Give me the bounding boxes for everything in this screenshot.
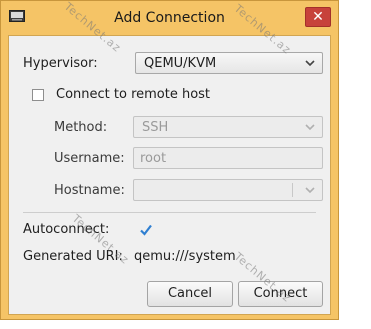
username-value: root: [140, 151, 167, 166]
method-value: SSH: [142, 120, 169, 135]
remote-host-checkbox[interactable]: [32, 89, 44, 101]
method-label: Method:: [54, 120, 108, 135]
chevron-down-icon[interactable]: [304, 184, 316, 196]
close-icon: ✕: [312, 9, 324, 25]
hypervisor-value: QEMU/KVM: [144, 56, 217, 71]
method-select[interactable]: SSH: [133, 116, 323, 138]
window-title: Add Connection: [114, 10, 225, 26]
hostname-combo[interactable]: [133, 179, 323, 201]
title-bar[interactable]: Add Connection ✕: [1, 1, 338, 35]
dialog-content: Hypervisor: QEMU/KVM Connect to remote h…: [8, 35, 331, 315]
separator: [23, 212, 316, 213]
checkmark-icon: [140, 224, 152, 236]
chevron-down-icon: [305, 60, 315, 67]
hypervisor-select[interactable]: QEMU/KVM: [135, 52, 323, 74]
username-label: Username:: [54, 151, 125, 166]
generated-uri-value: qemu:///system: [134, 249, 236, 264]
username-input[interactable]: root: [133, 147, 323, 169]
close-button[interactable]: ✕: [305, 7, 331, 27]
remote-host-label: Connect to remote host: [56, 87, 211, 102]
cancel-button[interactable]: Cancel: [147, 281, 233, 307]
hypervisor-label: Hypervisor:: [23, 56, 98, 71]
chevron-down-icon: [305, 124, 315, 131]
combo-divider: [292, 183, 293, 197]
hostname-label: Hostname:: [54, 183, 125, 198]
autoconnect-checkbox[interactable]: [139, 223, 153, 237]
